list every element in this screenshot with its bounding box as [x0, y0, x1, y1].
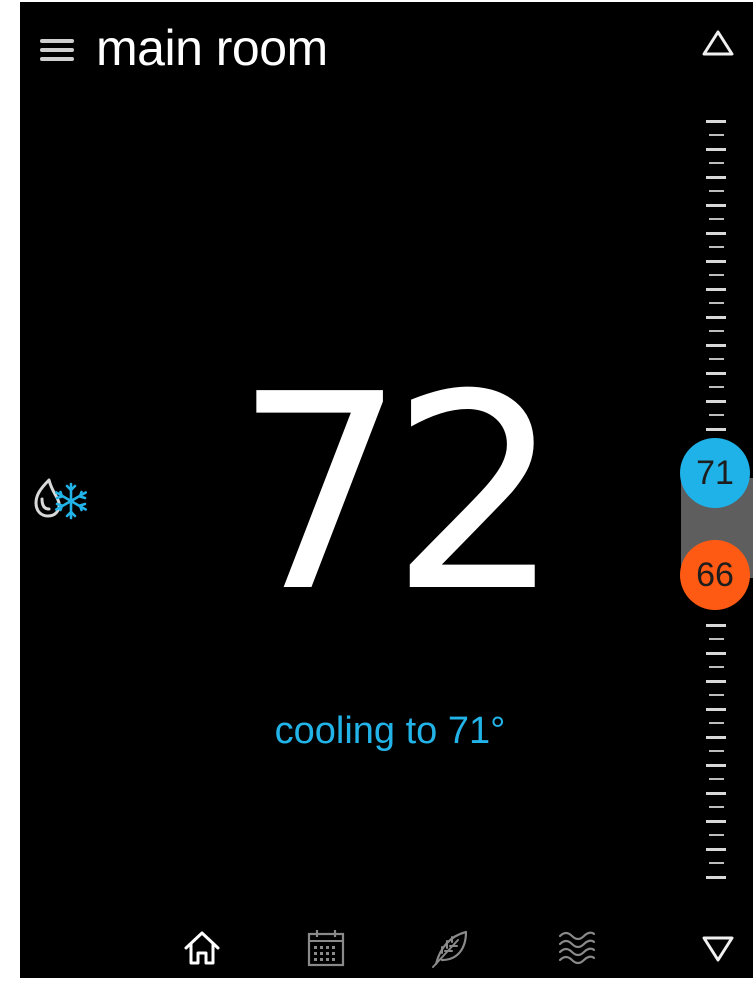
scale-tick: [709, 806, 724, 808]
heat-setpoint-bubble[interactable]: 66: [680, 540, 750, 610]
scale-tick: [706, 680, 726, 683]
scale-tick: [709, 666, 724, 668]
scale-tick: [709, 358, 724, 360]
triangle-up-icon[interactable]: [700, 26, 736, 62]
scale-tick: [706, 372, 726, 375]
scale-tick: [706, 344, 726, 347]
scale-tick: [709, 834, 724, 836]
scale-tick: [709, 134, 724, 136]
scale-tick: [709, 218, 724, 220]
scale-tick: [706, 876, 726, 879]
scale-tick: [706, 848, 726, 851]
scale-tick: [706, 400, 726, 403]
scale-tick: [709, 386, 724, 388]
scale-tick: [706, 148, 726, 151]
room-title: main room: [96, 20, 328, 76]
calendar-icon[interactable]: [304, 926, 348, 970]
scale-tick: [709, 330, 724, 332]
waves-icon[interactable]: [554, 926, 598, 970]
scale-tick: [706, 176, 726, 179]
scale-tick: [706, 232, 726, 235]
scale-tick: [709, 246, 724, 248]
scale-tick: [709, 778, 724, 780]
scale-tick: [709, 750, 724, 752]
scale-tick: [706, 652, 726, 655]
scale-tick: [709, 162, 724, 164]
heat-cool-auto-icon[interactable]: [28, 465, 92, 529]
scale-tick: [706, 764, 726, 767]
scale-tick: [706, 316, 726, 319]
scale-tick: [709, 694, 724, 696]
home-icon[interactable]: [180, 926, 224, 970]
scale-tick: [706, 624, 726, 627]
scale-tick: [706, 708, 726, 711]
scale-tick: [706, 260, 726, 263]
scale-tick: [709, 274, 724, 276]
scale-tick: [709, 638, 724, 640]
scale-tick: [706, 204, 726, 207]
leaf-icon[interactable]: [428, 926, 472, 970]
scale-tick: [709, 302, 724, 304]
status-text: cooling to 71°: [274, 710, 506, 752]
cool-setpoint-bubble[interactable]: 71: [680, 438, 750, 508]
scale-tick: [706, 288, 726, 291]
scale-tick: [709, 190, 724, 192]
current-temperature: 72: [234, 336, 562, 651]
scale-tick: [706, 820, 726, 823]
thermostat-screen: main room 71 66 72 cooling to 71°: [20, 2, 753, 978]
scale-tick: [709, 414, 724, 416]
scale-tick: [706, 120, 726, 123]
scale-tick: [709, 862, 724, 864]
scale-tick: [706, 792, 726, 795]
triangle-down-icon[interactable]: [700, 930, 736, 966]
scale-tick: [706, 736, 726, 739]
scale-tick: [709, 722, 724, 724]
menu-icon[interactable]: [40, 39, 74, 61]
scale-tick: [706, 428, 726, 431]
